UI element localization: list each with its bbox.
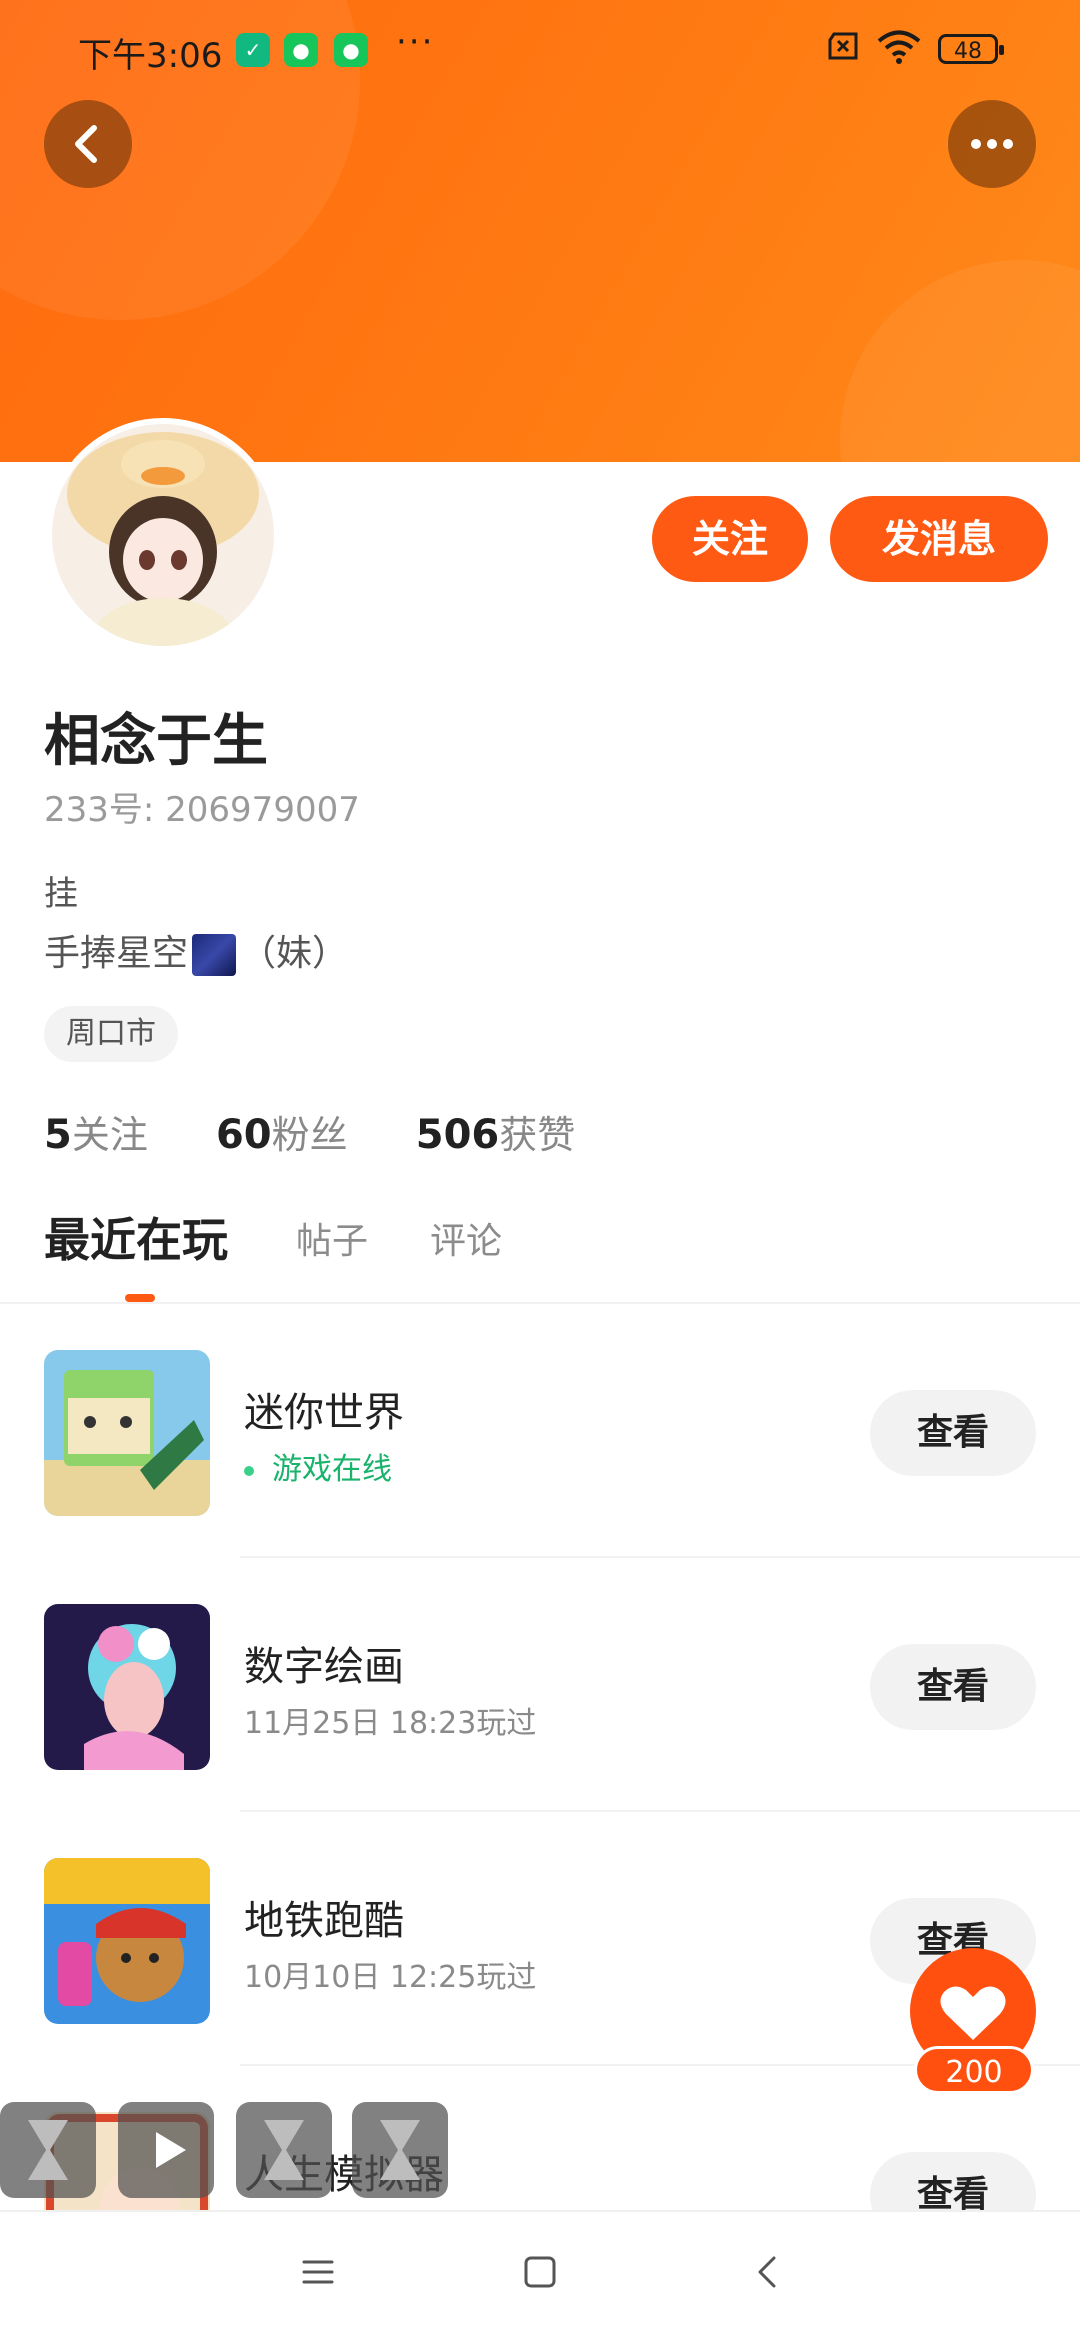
avatar-illustration <box>52 424 274 646</box>
profile-name: 相念于生 <box>44 709 268 774</box>
floating-overlay-tiles <box>0 2102 460 2198</box>
back-nav-icon[interactable] <box>748 2252 788 2292</box>
overlay-tile[interactable] <box>236 2102 332 2198</box>
bio-text-suffix: （妹） <box>240 933 349 974</box>
game-status-online: 游戏在线 <box>244 1444 392 1488</box>
more-notifications-icon: ··· <box>396 22 435 62</box>
stat-followers[interactable]: 60粉丝 <box>216 1104 348 1159</box>
follow-button[interactable]: 关注 <box>652 496 808 582</box>
send-message-button[interactable]: 发消息 <box>830 496 1048 582</box>
last-played: 10月10日 12:25玩过 <box>244 1960 537 1995</box>
avatar[interactable] <box>46 418 280 652</box>
overlay-tile[interactable] <box>118 2102 214 2198</box>
game-title: 地铁跑酷 <box>244 1898 404 1944</box>
bio-text: 手捧星空 <box>44 933 189 974</box>
game-title: 迷你世界 <box>244 1390 404 1436</box>
more-button[interactable] <box>948 100 1036 188</box>
chevron-left-icon <box>75 125 97 163</box>
stat-value: 506 <box>415 1112 500 1158</box>
wifi-icon <box>877 30 921 64</box>
tab-recently-played[interactable]: 最近在玩 <box>44 1204 228 1270</box>
hourglass-icon <box>380 2120 420 2180</box>
stat-likes[interactable]: 506获赞 <box>416 1104 576 1159</box>
back-button[interactable] <box>44 100 132 188</box>
view-button[interactable]: 查看 <box>870 1390 1036 1476</box>
last-played: 11月25日 18:23玩过 <box>244 1706 537 1741</box>
bio-line-2: 手捧星空 （妹） <box>44 924 348 976</box>
game-icon <box>44 1604 210 1770</box>
game-title: 数字绘画 <box>244 1644 404 1690</box>
sim-off-icon <box>828 32 858 60</box>
status-bar: 下午3:06 ✓ ● ● ··· 48 <box>0 0 1080 96</box>
stat-label: 粉丝 <box>271 1113 348 1157</box>
list-item[interactable]: 迷你世界 游戏在线 查看 <box>0 1304 1080 1558</box>
menu-icon[interactable] <box>298 2252 338 2292</box>
overlay-tile[interactable] <box>0 2102 96 2198</box>
profile-stats: 5关注 60粉丝 506获赞 <box>44 1104 631 1159</box>
game-icon <box>44 1350 210 1516</box>
stat-value: 60 <box>215 1112 272 1158</box>
tab-comments[interactable]: 评论 <box>430 1212 502 1264</box>
list-item[interactable]: 数字绘画 11月25日 18:23玩过 查看 <box>0 1558 1080 1812</box>
stat-following[interactable]: 5关注 <box>44 1104 148 1159</box>
wechat-icon: ● <box>284 33 318 67</box>
more-horizontal-icon <box>971 139 1013 149</box>
shield-app-icon: ✓ <box>236 33 270 67</box>
starry-sky-emoji <box>192 934 237 976</box>
stat-label: 获赞 <box>499 1113 576 1157</box>
stat-value: 5 <box>44 1112 72 1158</box>
status-time: 下午3:06 <box>78 36 223 76</box>
overlay-tile[interactable] <box>352 2102 448 2198</box>
tab-posts[interactable]: 帖子 <box>296 1212 368 1264</box>
wechat-icon: ● <box>334 33 368 67</box>
stat-label: 关注 <box>71 1113 148 1157</box>
user-id: 233号: 206979007 <box>44 790 360 830</box>
game-icon <box>44 1858 210 2024</box>
bio-line-1: 挂 <box>44 874 78 914</box>
home-icon[interactable] <box>520 2252 560 2292</box>
location-tag: 周口市 <box>44 1006 178 1062</box>
like-count-badge: 200 <box>914 2046 1034 2094</box>
view-button[interactable]: 查看 <box>870 1644 1036 1730</box>
play-icon <box>156 2132 186 2168</box>
system-nav-bar <box>0 2210 1080 2342</box>
battery-indicator: 48 <box>938 34 1004 64</box>
active-tab-indicator <box>125 1294 155 1302</box>
hourglass-icon <box>264 2120 304 2180</box>
hourglass-icon <box>28 2120 68 2180</box>
